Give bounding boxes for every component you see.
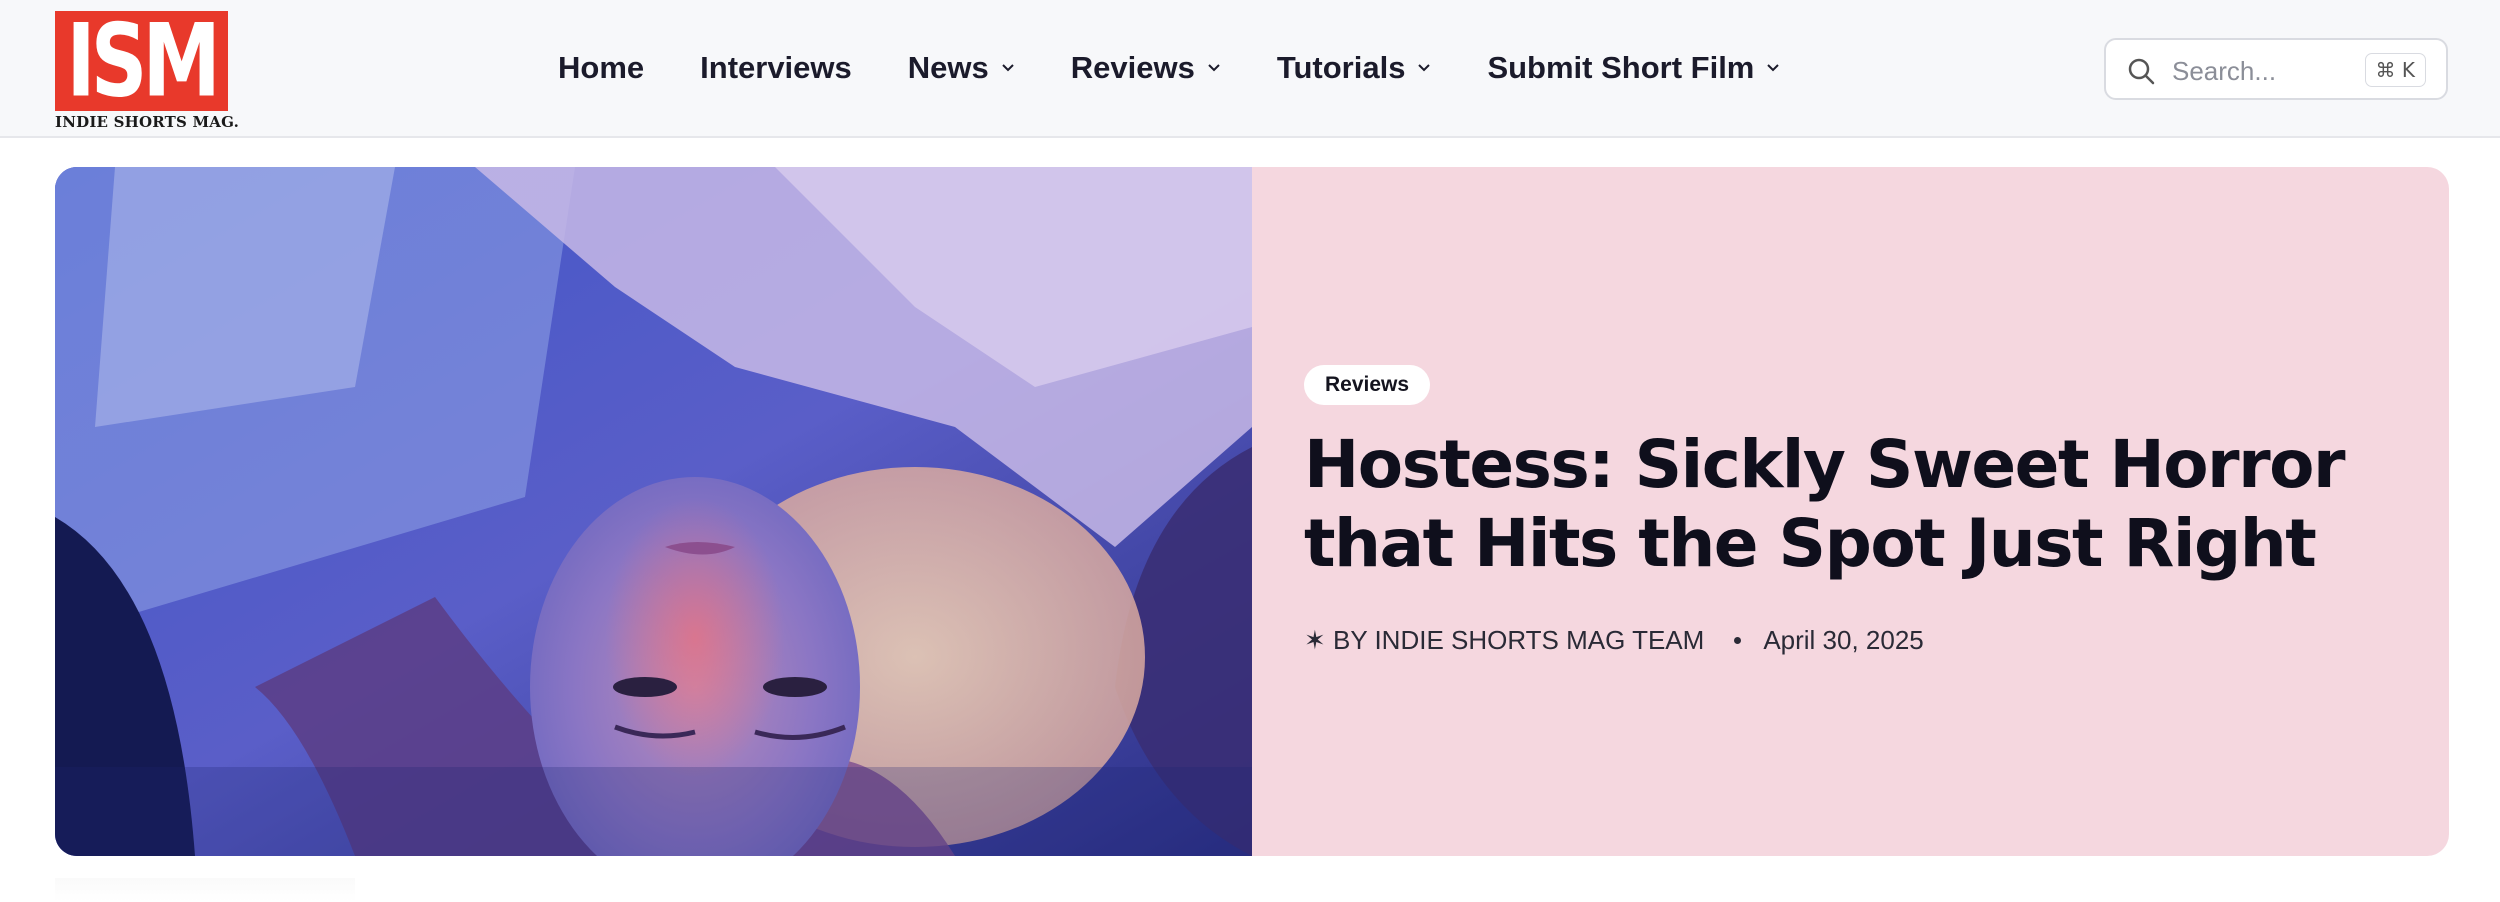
keyboard-shortcut-hint: ⌘ K (2364, 53, 2426, 87)
featured-article-card[interactable]: Reviews Hostess: Sickly Sweet Horror tha… (55, 167, 2449, 856)
logo-mark: ISM (55, 11, 228, 111)
category-badge[interactable]: Reviews (1304, 365, 1431, 405)
search-box[interactable]: ⌘ K (2104, 38, 2448, 100)
nav-submit-short-film[interactable]: Submit Short Film (1487, 50, 1780, 86)
search-icon (2128, 58, 2155, 85)
logo-subtitle: INDIE SHORTS MAG. (55, 113, 240, 131)
site-header: ISM INDIE SHORTS MAG. Home Interviews Ne… (0, 0, 2500, 138)
nav-tutorials[interactable]: Tutorials (1277, 50, 1432, 86)
nav-news[interactable]: News (908, 50, 1015, 86)
meta-separator (1734, 637, 1742, 644)
article-author[interactable]: ✶ BY INDIE SHORTS MAG TEAM (1304, 625, 1704, 656)
chevron-down-icon (1767, 64, 1780, 72)
site-logo[interactable]: ISM INDIE SHORTS MAG. (55, 11, 240, 131)
main-nav: Home Interviews News Reviews Tutorials S… (558, 44, 1780, 92)
nav-reviews[interactable]: Reviews (1071, 50, 1221, 86)
featured-image[interactable] (55, 167, 1252, 856)
chevron-down-icon (1002, 64, 1014, 72)
featured-image-illustration (55, 167, 1252, 856)
nav-home[interactable]: Home (558, 50, 644, 86)
article-meta: ✶ BY INDIE SHORTS MAG TEAM April 30, 202… (1304, 625, 1924, 656)
next-card-edge (55, 878, 355, 902)
nav-interviews[interactable]: Interviews (700, 50, 852, 86)
article-title[interactable]: Hostess: Sickly Sweet Horror that Hits t… (1304, 425, 2414, 583)
search-input[interactable] (2170, 50, 2354, 92)
chevron-down-icon (1418, 64, 1431, 72)
chevron-down-icon (1208, 64, 1220, 72)
featured-article-content: Reviews Hostess: Sickly Sweet Horror tha… (1252, 167, 2449, 856)
article-date: April 30, 2025 (1763, 625, 1924, 655)
